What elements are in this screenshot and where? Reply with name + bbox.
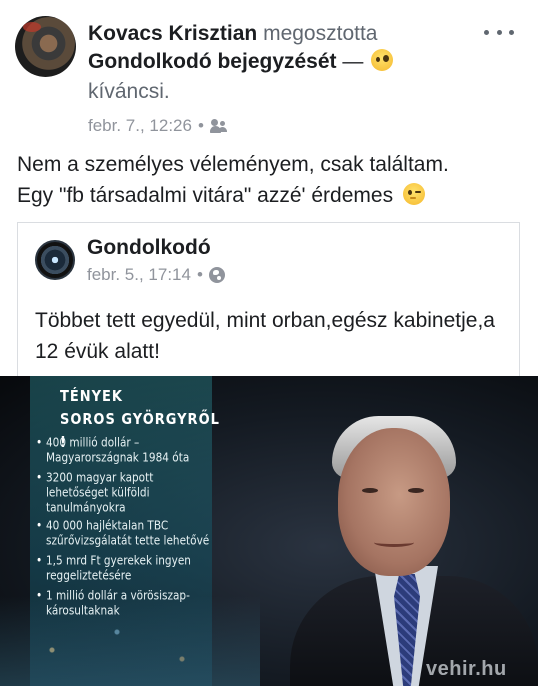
friends-icon[interactable] [209, 119, 228, 133]
shared-verb: megosztotta [263, 22, 378, 45]
curious-emoji-icon [371, 49, 394, 71]
post-text-line-2-content: Egy "fb társadalmi vitára" azzé' érdemes [17, 184, 394, 207]
fact-item: 400 millió dollár – Magyarországnak 1984… [36, 436, 216, 466]
image-watermark: vehir.hu [426, 658, 507, 680]
shared-author-avatar[interactable] [35, 240, 75, 280]
shared-post-timestamp[interactable]: febr. 5., 17:14 [87, 265, 191, 285]
more-dot-icon [509, 29, 514, 35]
fact-item: 3200 magyar kapott lehetőséget külföldi … [36, 471, 216, 516]
fact-item: 1 millió dollár a vörösiszap-károsultakn… [36, 589, 216, 619]
globe-icon[interactable] [208, 267, 225, 283]
facts-list: 400 millió dollár – Magyarországnak 1984… [36, 436, 216, 624]
post-body-text: Nem a személyes véleményem, csak találta… [17, 149, 525, 211]
feeling-label: kíváncsi. [88, 80, 170, 103]
shared-post-meta: febr. 5., 17:14 • [87, 265, 225, 285]
shared-post-text: Többet tett egyedül, mint orban,egész ka… [35, 309, 495, 363]
fact-item: 1,5 mrd Ft gyerekek ingyen reggeliztetés… [36, 554, 216, 584]
wink-emoji-icon [402, 183, 425, 205]
portrait-eye [408, 488, 424, 493]
post-timestamp[interactable]: febr. 7., 12:26 [88, 116, 192, 136]
post-text-line-2: Egy "fb társadalmi vitára" azzé' érdemes [17, 180, 525, 211]
meta-separator: • [196, 265, 203, 284]
post-header-text: Kovacs Krisztian megosztotta Gondolkodó … [88, 20, 448, 106]
author-name[interactable]: Kovacs Krisztian [88, 22, 257, 45]
portrait-face [338, 428, 450, 576]
more-options-button[interactable] [484, 22, 514, 42]
portrait-photo [290, 406, 538, 686]
facts-title-line-1: TÉNYEK [60, 388, 123, 406]
shared-author-name[interactable]: Gondolkodó [87, 236, 211, 260]
portrait-eye [362, 488, 378, 493]
fact-item: 40 000 hajléktalan TBC szűrővizsgálatát … [36, 519, 216, 549]
more-dot-icon [484, 29, 489, 35]
more-dot-icon [496, 29, 502, 35]
post-text-line-1: Nem a személyes véleményem, csak találta… [17, 153, 449, 176]
shared-post-link[interactable]: Gondolkodó bejegyzését [88, 50, 337, 73]
portrait-mouth [374, 538, 414, 547]
post-header: Kovacs Krisztian megosztotta Gondolkodó … [0, 0, 538, 145]
post-meta: febr. 7., 12:26 • [88, 116, 228, 136]
author-avatar[interactable] [15, 16, 76, 77]
meta-separator: • [197, 116, 204, 135]
feeling-dash: — [342, 50, 364, 73]
post-image[interactable]: TÉNYEK SOROS GYÖRGYRŐL ! 400 millió doll… [0, 376, 538, 686]
